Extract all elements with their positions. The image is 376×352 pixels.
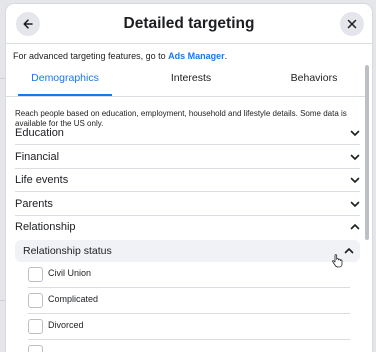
scrollbar[interactable] xyxy=(364,45,370,352)
hand-cursor-icon xyxy=(332,254,343,268)
close-button[interactable] xyxy=(340,12,364,36)
chevron-down-icon xyxy=(350,201,360,207)
chevron-down-icon xyxy=(350,154,360,160)
tabs-divider xyxy=(6,96,366,97)
detailed-targeting-dialog: Detailed targeting For advanced targetin… xyxy=(6,4,372,352)
category-label: Life events xyxy=(15,174,69,186)
option-complicated[interactable]: Complicated xyxy=(28,288,350,314)
chevron-down-icon xyxy=(350,130,360,136)
info-suffix: . xyxy=(224,51,228,61)
scrollbar-thumb[interactable] xyxy=(365,65,369,240)
dialog-header: Detailed targeting xyxy=(6,4,372,44)
category-parents[interactable]: Parents xyxy=(15,194,360,216)
close-icon xyxy=(347,19,357,29)
category-life-events[interactable]: Life events xyxy=(15,170,360,192)
tab-behaviors[interactable]: Behaviors xyxy=(266,70,362,96)
category-label: Financial xyxy=(15,151,60,163)
category-label: Relationship xyxy=(15,221,76,233)
info-text: For advanced targeting features, go to xyxy=(13,51,169,61)
ads-manager-info: For advanced targeting features, go to A… xyxy=(13,51,227,61)
option-label: Divorced xyxy=(48,320,84,330)
tab-demographics[interactable]: Demographics xyxy=(18,70,112,96)
category-education[interactable]: Education xyxy=(15,123,360,145)
option-label: Civil Union xyxy=(48,268,92,278)
subcategory-label: Relationship status xyxy=(23,245,112,257)
category-label: Education xyxy=(15,127,64,139)
ads-manager-link[interactable]: Ads Manager xyxy=(168,51,225,61)
chevron-up-icon xyxy=(344,248,354,254)
option-label: Complicated xyxy=(48,294,99,304)
checkbox[interactable] xyxy=(28,293,43,308)
targeting-tabs: Demographics Interests Behaviors xyxy=(6,70,366,96)
option-divorced[interactable]: Divorced xyxy=(28,314,350,340)
option-partial[interactable] xyxy=(28,340,350,352)
dialog-title: Detailed targeting xyxy=(123,15,255,32)
checkbox[interactable] xyxy=(28,267,43,282)
category-financial[interactable]: Financial xyxy=(15,147,360,169)
option-civil-union[interactable]: Civil Union xyxy=(28,262,350,288)
category-label: Parents xyxy=(15,198,53,210)
checkbox[interactable] xyxy=(28,319,43,334)
tab-interests[interactable]: Interests xyxy=(141,70,241,96)
checkbox[interactable] xyxy=(28,345,43,352)
chevron-up-icon xyxy=(350,224,360,230)
chevron-down-icon xyxy=(350,177,360,183)
category-relationship[interactable]: Relationship xyxy=(15,217,360,239)
subcategory-relationship-status[interactable]: Relationship status xyxy=(15,240,360,262)
